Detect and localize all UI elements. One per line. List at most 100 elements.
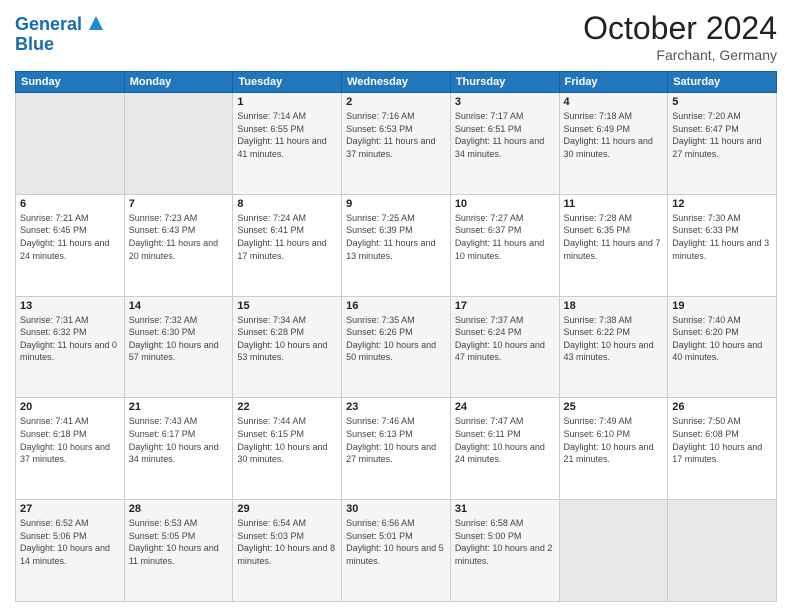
calendar-cell	[668, 500, 777, 602]
calendar-cell	[559, 500, 668, 602]
week-row-1: 1Sunrise: 7:14 AM Sunset: 6:55 PM Daylig…	[16, 93, 777, 195]
day-number: 17	[455, 300, 555, 312]
weekday-header-row: SundayMondayTuesdayWednesdayThursdayFrid…	[16, 72, 777, 93]
calendar-cell	[124, 93, 233, 195]
calendar-cell: 11 Sunrise: 7:28 AM Sunset: 6:35 PM Dayli…	[559, 194, 668, 296]
calendar-cell: 28Sunrise: 6:53 AM Sunset: 5:05 PM Dayli…	[124, 500, 233, 602]
day-info: Sunrise: 7:46 AM Sunset: 6:13 PM Dayligh…	[346, 415, 446, 465]
day-info: Sunrise: 7:18 AM Sunset: 6:49 PM Dayligh…	[564, 110, 664, 160]
weekday-header-thursday: Thursday	[450, 72, 559, 93]
calendar-cell: 22 Sunrise: 7:44 AM Sunset: 6:15 PM Dayli…	[233, 398, 342, 500]
day-number: 15	[237, 300, 337, 312]
weekday-header-wednesday: Wednesday	[342, 72, 451, 93]
calendar-cell: 15 Sunrise: 7:34 AM Sunset: 6:28 PM Dayli…	[233, 296, 342, 398]
day-number: 12	[672, 198, 772, 210]
day-info: Sunrise: 6:56 AM Sunset: 5:01 PM Dayligh…	[346, 517, 446, 567]
calendar-cell: 18 Sunrise: 7:38 AM Sunset: 6:22 PM Dayli…	[559, 296, 668, 398]
day-number: 3	[455, 96, 555, 108]
day-info: Sunrise: 7:16 AM Sunset: 6:53 PM Dayligh…	[346, 110, 446, 160]
day-info: Sunrise: 7:41 AM Sunset: 6:18 PM Dayligh…	[20, 415, 120, 465]
calendar-cell: 24 Sunrise: 7:47 AM Sunset: 6:11 PM Dayli…	[450, 398, 559, 500]
week-row-4: 20 Sunrise: 7:41 AM Sunset: 6:18 PM Dayli…	[16, 398, 777, 500]
calendar-cell: 16 Sunrise: 7:35 AM Sunset: 6:26 PM Dayli…	[342, 296, 451, 398]
day-number: 6	[20, 198, 120, 210]
day-info: Sunrise: 7:23 AM Sunset: 6:43 PM Dayligh…	[129, 212, 229, 262]
calendar-cell	[16, 93, 125, 195]
title-block: October 2024 Farchant, Germany	[583, 10, 777, 63]
calendar-cell: 14Sunrise: 7:32 AM Sunset: 6:30 PM Dayli…	[124, 296, 233, 398]
week-row-5: 27 Sunrise: 6:52 AM Sunset: 5:06 PM Dayli…	[16, 500, 777, 602]
calendar-cell: 8 Sunrise: 7:24 AM Sunset: 6:41 PM Daylig…	[233, 194, 342, 296]
location: Farchant, Germany	[583, 47, 777, 63]
day-number: 11	[564, 198, 664, 210]
day-info: Sunrise: 7:50 AM Sunset: 6:08 PM Dayligh…	[672, 415, 772, 465]
day-number: 10	[455, 198, 555, 210]
calendar-cell: 10 Sunrise: 7:27 AM Sunset: 6:37 PM Dayli…	[450, 194, 559, 296]
day-info: Sunrise: 6:58 AM Sunset: 5:00 PM Dayligh…	[455, 517, 555, 567]
day-number: 25	[564, 401, 664, 413]
day-number: 23	[346, 401, 446, 413]
day-info: Sunrise: 7:30 AM Sunset: 6:33 PM Dayligh…	[672, 212, 772, 262]
day-info: Sunrise: 7:44 AM Sunset: 6:15 PM Dayligh…	[237, 415, 337, 465]
day-info: Sunrise: 6:54 AM Sunset: 5:03 PM Dayligh…	[237, 517, 337, 567]
day-info: Sunrise: 7:28 AM Sunset: 6:35 PM Dayligh…	[564, 212, 664, 262]
day-number: 24	[455, 401, 555, 413]
day-info: Sunrise: 7:31 AM Sunset: 6:32 PM Dayligh…	[20, 314, 120, 364]
day-info: Sunrise: 6:53 AM Sunset: 5:05 PM Dayligh…	[129, 517, 229, 567]
logo: General Blue	[15, 10, 107, 55]
day-number: 27	[20, 503, 120, 515]
calendar-cell: 7 Sunrise: 7:23 AM Sunset: 6:43 PM Daylig…	[124, 194, 233, 296]
day-number: 20	[20, 401, 120, 413]
day-info: Sunrise: 7:24 AM Sunset: 6:41 PM Dayligh…	[237, 212, 337, 262]
logo-blue-text: Blue	[15, 35, 54, 55]
weekday-header-monday: Monday	[124, 72, 233, 93]
day-number: 18	[564, 300, 664, 312]
day-info: Sunrise: 7:35 AM Sunset: 6:26 PM Dayligh…	[346, 314, 446, 364]
day-number: 8	[237, 198, 337, 210]
logo-icon	[85, 12, 107, 34]
weekday-header-sunday: Sunday	[16, 72, 125, 93]
day-number: 9	[346, 198, 446, 210]
day-info: Sunrise: 7:20 AM Sunset: 6:47 PM Dayligh…	[672, 110, 772, 160]
day-info: Sunrise: 7:38 AM Sunset: 6:22 PM Dayligh…	[564, 314, 664, 364]
day-number: 2	[346, 96, 446, 108]
day-number: 7	[129, 198, 229, 210]
calendar-cell: 9Sunrise: 7:25 AM Sunset: 6:39 PM Daylig…	[342, 194, 451, 296]
calendar-cell: 19 Sunrise: 7:40 AM Sunset: 6:20 PM Dayli…	[668, 296, 777, 398]
day-info: Sunrise: 7:34 AM Sunset: 6:28 PM Dayligh…	[237, 314, 337, 364]
calendar-cell: 31Sunrise: 6:58 AM Sunset: 5:00 PM Dayli…	[450, 500, 559, 602]
day-number: 16	[346, 300, 446, 312]
day-info: Sunrise: 7:40 AM Sunset: 6:20 PM Dayligh…	[672, 314, 772, 364]
calendar-cell: 13 Sunrise: 7:31 AM Sunset: 6:32 PM Dayli…	[16, 296, 125, 398]
day-number: 13	[20, 300, 120, 312]
logo-text: General	[15, 15, 82, 35]
day-info: Sunrise: 7:37 AM Sunset: 6:24 PM Dayligh…	[455, 314, 555, 364]
day-info: Sunrise: 6:52 AM Sunset: 5:06 PM Dayligh…	[20, 517, 120, 567]
day-info: Sunrise: 7:27 AM Sunset: 6:37 PM Dayligh…	[455, 212, 555, 262]
calendar-cell: 5 Sunrise: 7:20 AM Sunset: 6:47 PM Daylig…	[668, 93, 777, 195]
calendar-cell: 26 Sunrise: 7:50 AM Sunset: 6:08 PM Dayli…	[668, 398, 777, 500]
calendar-cell: 6 Sunrise: 7:21 AM Sunset: 6:45 PM Daylig…	[16, 194, 125, 296]
calendar-cell: 17 Sunrise: 7:37 AM Sunset: 6:24 PM Dayli…	[450, 296, 559, 398]
calendar-cell: 29 Sunrise: 6:54 AM Sunset: 5:03 PM Dayli…	[233, 500, 342, 602]
day-number: 19	[672, 300, 772, 312]
day-number: 26	[672, 401, 772, 413]
day-info: Sunrise: 7:17 AM Sunset: 6:51 PM Dayligh…	[455, 110, 555, 160]
calendar-cell: 23 Sunrise: 7:46 AM Sunset: 6:13 PM Dayli…	[342, 398, 451, 500]
week-row-3: 13 Sunrise: 7:31 AM Sunset: 6:32 PM Dayli…	[16, 296, 777, 398]
day-info: Sunrise: 7:21 AM Sunset: 6:45 PM Dayligh…	[20, 212, 120, 262]
day-info: Sunrise: 7:47 AM Sunset: 6:11 PM Dayligh…	[455, 415, 555, 465]
calendar-cell: 27 Sunrise: 6:52 AM Sunset: 5:06 PM Dayli…	[16, 500, 125, 602]
calendar-cell: 25 Sunrise: 7:49 AM Sunset: 6:10 PM Dayli…	[559, 398, 668, 500]
day-info: Sunrise: 7:43 AM Sunset: 6:17 PM Dayligh…	[129, 415, 229, 465]
day-number: 22	[237, 401, 337, 413]
day-info: Sunrise: 7:14 AM Sunset: 6:55 PM Dayligh…	[237, 110, 337, 160]
day-number: 21	[129, 401, 229, 413]
day-number: 4	[564, 96, 664, 108]
weekday-header-tuesday: Tuesday	[233, 72, 342, 93]
day-number: 5	[672, 96, 772, 108]
day-info: Sunrise: 7:49 AM Sunset: 6:10 PM Dayligh…	[564, 415, 664, 465]
week-row-2: 6 Sunrise: 7:21 AM Sunset: 6:45 PM Daylig…	[16, 194, 777, 296]
month-title: October 2024	[583, 10, 777, 47]
day-number: 29	[237, 503, 337, 515]
